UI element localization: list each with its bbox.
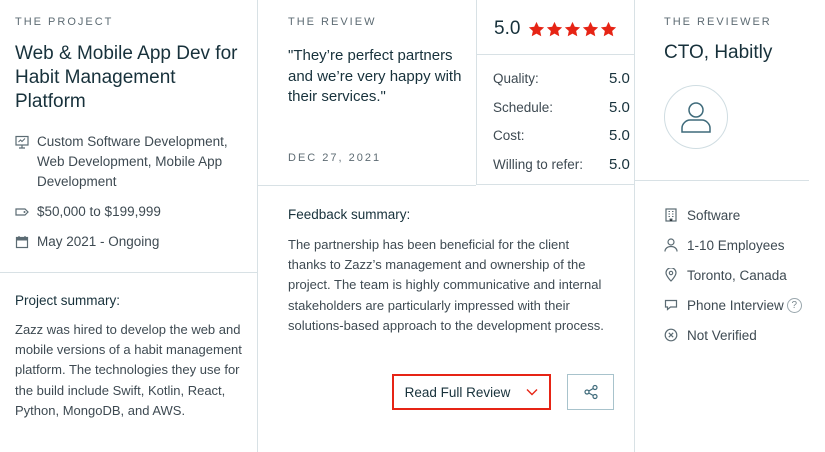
- star-icon: [565, 21, 581, 36]
- read-full-review-label: Read Full Review: [404, 384, 511, 400]
- score-label: Cost:: [493, 128, 525, 143]
- score-row: Cost: 5.0: [493, 127, 633, 156]
- score-label: Quality:: [493, 71, 539, 86]
- reviewer-verification: Not Verified: [664, 320, 824, 350]
- monitor-icon: [15, 135, 29, 149]
- reviewer-details: Software 1-10 Employees Toronto, Canada …: [664, 200, 824, 350]
- not-verified-icon: [664, 328, 678, 342]
- score-value: 5.0: [609, 155, 630, 173]
- user-icon: [681, 102, 711, 133]
- share-icon: [583, 384, 598, 400]
- reviewer-industry: Software: [664, 200, 824, 230]
- score-label: Willing to refer:: [493, 156, 584, 172]
- person-icon: [664, 238, 678, 252]
- project-timeline-text: May 2021 - Ongoing: [37, 234, 160, 249]
- reviewer-review-type: Phone Interview ?: [664, 290, 824, 320]
- score-value: 5.0: [609, 127, 630, 144]
- score-value: 5.0: [609, 70, 630, 87]
- project-meta: Custom Software Development, Web Develop…: [15, 132, 250, 262]
- project-divider: [0, 272, 257, 273]
- review-divider: [258, 185, 476, 186]
- project-budget-text: $50,000 to $199,999: [37, 204, 161, 219]
- review-quote: "They’re perfect partners and we’re very…: [288, 47, 462, 105]
- project-summary-text: Zazz was hired to develop the web and mo…: [15, 322, 242, 418]
- star-icon: [601, 21, 617, 36]
- project-budget: $50,000 to $199,999: [15, 202, 250, 222]
- reviewer-location: Toronto, Canada: [664, 260, 824, 290]
- reviewer-title: CTO, Habitly: [664, 42, 773, 63]
- help-icon[interactable]: ?: [786, 297, 802, 313]
- chat-bubble-icon: [664, 299, 678, 311]
- reviewer-industry-text: Software: [687, 207, 741, 223]
- star-icon: [529, 21, 545, 36]
- project-eyebrow: THE PROJECT: [15, 16, 114, 28]
- location-pin-icon: [665, 268, 677, 282]
- reviewer-employees-text: 1-10 Employees: [687, 237, 785, 253]
- reviewer-divider: [635, 180, 809, 181]
- review-eyebrow: THE REVIEW: [288, 16, 377, 28]
- score-row: Willing to refer: 5.0: [493, 156, 633, 185]
- reviewer-employees: 1-10 Employees: [664, 230, 824, 260]
- reviewer-verification-text: Not Verified: [687, 327, 757, 343]
- score-row: Schedule: 5.0: [493, 99, 633, 128]
- calendar-icon: [15, 236, 29, 249]
- review-date: DEC 27, 2021: [288, 152, 382, 164]
- star-icon: [547, 21, 563, 36]
- feedback-summary-text: The partnership has been beneficial for …: [288, 237, 604, 333]
- star-icon: [583, 21, 599, 36]
- feedback-summary-label: Feedback summary:: [288, 207, 411, 222]
- score-label: Schedule:: [493, 99, 554, 115]
- rating-divider: [477, 54, 635, 55]
- share-button[interactable]: [567, 374, 614, 410]
- price-tag-icon: [15, 208, 29, 216]
- score-breakdown: Quality: 5.0 Schedule: 5.0 Cost: 5.0 Willing t…: [493, 70, 633, 184]
- chevron-down-icon: [526, 389, 538, 396]
- avatar: [664, 85, 728, 149]
- project-summary-label: Project summary:: [15, 293, 121, 308]
- star-rating: [528, 21, 618, 38]
- score-value: 5.0: [609, 98, 630, 116]
- project-services-text: Custom Software Development, Web Develop…: [37, 134, 228, 189]
- project-title: Web & Mobile App Dev for Habit Managemen…: [15, 43, 238, 112]
- reviewer-review-type-text: Phone Interview: [687, 297, 784, 313]
- overall-rating: 5.0: [494, 18, 618, 40]
- rating-box: 5.0 Quality: 5.0 Schedule: 5.0 Cost: 5.0 Willi…: [476, 0, 635, 185]
- review-column: THE REVIEW "They’re perfect partners and…: [258, 0, 635, 452]
- project-column: THE PROJECT Web & Mobile App Dev for Hab…: [0, 0, 258, 452]
- building-icon: [665, 208, 677, 222]
- reviewer-location-text: Toronto, Canada: [687, 267, 787, 283]
- reviewer-eyebrow: THE REVIEWER: [664, 16, 772, 28]
- project-timeline: May 2021 - Ongoing: [15, 232, 250, 252]
- overall-rating-value: 5.0: [494, 18, 521, 39]
- read-full-review-button[interactable]: Read Full Review: [392, 374, 551, 410]
- score-row: Quality: 5.0: [493, 70, 633, 99]
- reviewer-column: THE REVIEWER CTO, Habitly Software 1-10 …: [635, 0, 825, 452]
- project-services: Custom Software Development, Web Develop…: [15, 132, 250, 192]
